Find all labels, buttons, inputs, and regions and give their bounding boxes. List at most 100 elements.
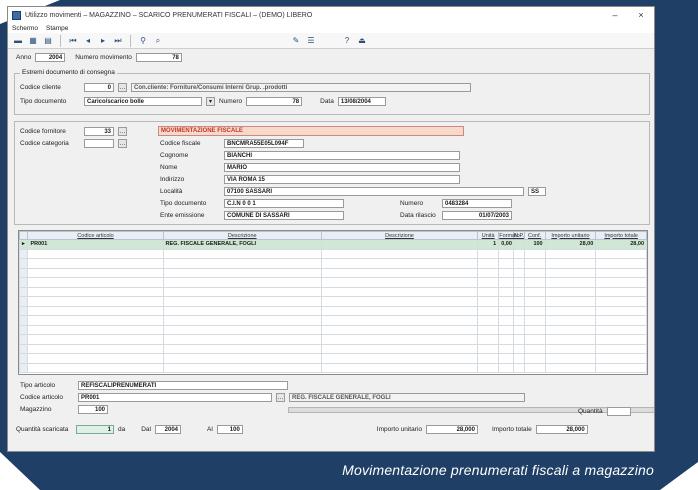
- table-cell[interactable]: [320, 277, 479, 288]
- row-indicator[interactable]: ▸: [19, 239, 29, 250]
- table-cell[interactable]: [523, 305, 546, 316]
- lookup-fornitore-button[interactable]: …: [118, 127, 127, 136]
- table-cell[interactable]: [512, 334, 525, 345]
- table-cell[interactable]: [477, 277, 500, 288]
- minimize-button[interactable]: –: [602, 8, 628, 22]
- table-cell[interactable]: [512, 353, 525, 364]
- table-cell[interactable]: [498, 343, 514, 354]
- table-cell[interactable]: [162, 334, 322, 345]
- zoom-icon[interactable]: ⌕: [152, 35, 164, 47]
- table-cell[interactable]: [162, 277, 322, 288]
- table-cell[interactable]: [523, 277, 546, 288]
- row-indicator[interactable]: [19, 343, 29, 354]
- numero-doc-field[interactable]: 78: [246, 97, 303, 106]
- codice-articolo-field[interactable]: PR001: [78, 393, 272, 402]
- table-row[interactable]: [19, 353, 647, 364]
- table-cell[interactable]: 1: [477, 239, 500, 250]
- col-header[interactable]: Codice articolo: [27, 231, 164, 240]
- table-cell[interactable]: [544, 334, 597, 345]
- table-cell[interactable]: [477, 343, 500, 354]
- row-indicator[interactable]: [19, 277, 29, 288]
- table-cell[interactable]: [498, 286, 514, 297]
- col-header[interactable]: Descrizione: [320, 231, 479, 240]
- provincia-field[interactable]: SS: [528, 187, 546, 196]
- table-cell[interactable]: [544, 353, 597, 364]
- table-cell[interactable]: [544, 324, 597, 335]
- row-indicator[interactable]: [19, 353, 29, 364]
- table-cell[interactable]: [544, 248, 597, 259]
- table-cell[interactable]: [595, 258, 647, 269]
- table-cell[interactable]: [498, 334, 514, 345]
- table-cell[interactable]: PR001: [27, 239, 164, 250]
- table-cell[interactable]: 100: [523, 239, 546, 250]
- table-cell[interactable]: [595, 305, 647, 316]
- tipo-doc-field[interactable]: C.I.N 0 0 1: [224, 199, 344, 208]
- row-indicator[interactable]: [19, 305, 29, 316]
- table-cell[interactable]: [477, 258, 500, 269]
- save-icon[interactable]: ▬: [12, 35, 24, 47]
- data-doc-field[interactable]: 13/08/2004: [337, 97, 386, 106]
- quantita-field[interactable]: [606, 407, 631, 416]
- indirizzo-field[interactable]: VIA ROMA 15: [224, 175, 460, 184]
- magazzino-field[interactable]: 100: [78, 405, 108, 414]
- table-cell[interactable]: [544, 277, 597, 288]
- table-cell[interactable]: [544, 343, 597, 354]
- table-row[interactable]: ▸ PR001 REG. FISCALE GENERALE, FOGLI 1 0,00 1…: [19, 239, 647, 250]
- table-cell[interactable]: [320, 248, 479, 259]
- table-row[interactable]: [19, 258, 647, 269]
- table-cell[interactable]: [320, 305, 479, 316]
- print-icon[interactable]: ▤: [42, 35, 54, 47]
- codice-fornitore-field[interactable]: 33: [84, 127, 114, 136]
- table-cell[interactable]: [512, 258, 525, 269]
- table-row[interactable]: [19, 305, 647, 316]
- list-icon[interactable]: ☰: [305, 35, 317, 47]
- table-cell[interactable]: [595, 286, 647, 297]
- table-row[interactable]: [19, 362, 647, 373]
- table-cell[interactable]: [544, 305, 597, 316]
- table-cell[interactable]: [498, 277, 514, 288]
- table-cell[interactable]: 0,00: [498, 239, 514, 250]
- table-cell[interactable]: [477, 296, 500, 307]
- table-cell[interactable]: [523, 267, 546, 278]
- table-cell[interactable]: [523, 286, 546, 297]
- table-cell[interactable]: [162, 343, 322, 354]
- numero-mov-field[interactable]: 78: [135, 53, 182, 62]
- tipo-articolo-field[interactable]: REFISCALIPRENUMERATI: [78, 381, 288, 390]
- row-indicator[interactable]: [19, 248, 29, 259]
- table-cell[interactable]: [477, 267, 500, 278]
- table-cell[interactable]: [523, 334, 546, 345]
- row-indicator[interactable]: [19, 315, 29, 326]
- table-cell[interactable]: [544, 286, 597, 297]
- table-cell[interactable]: [595, 324, 647, 335]
- table-cell[interactable]: [320, 362, 479, 373]
- row-indicator[interactable]: [19, 296, 29, 307]
- col-header[interactable]: Unità: [477, 231, 500, 240]
- menu-item-stampe[interactable]: Stampe: [46, 25, 68, 32]
- table-row[interactable]: [19, 315, 647, 326]
- table-cell[interactable]: [320, 324, 479, 335]
- al-field[interactable]: 100: [216, 425, 243, 434]
- table-cell[interactable]: [498, 305, 514, 316]
- last-icon[interactable]: ⏭: [112, 35, 124, 47]
- cognome-field[interactable]: BIANCHI: [224, 151, 460, 160]
- row-indicator[interactable]: [19, 267, 29, 278]
- table-cell[interactable]: [498, 267, 514, 278]
- lookup-cliente-button[interactable]: …: [118, 83, 127, 92]
- table-cell[interactable]: [320, 239, 479, 250]
- rilascio-field[interactable]: 01/07/2003: [442, 211, 512, 220]
- table-cell[interactable]: [27, 277, 164, 288]
- table-cell[interactable]: [498, 353, 514, 364]
- table-cell[interactable]: [27, 334, 164, 345]
- anno-field[interactable]: 2004: [35, 53, 66, 62]
- menu-item-schermo[interactable]: Schermo: [12, 25, 38, 32]
- table-cell[interactable]: [162, 305, 322, 316]
- table-cell[interactable]: [162, 324, 322, 335]
- table-cell[interactable]: [595, 248, 647, 259]
- row-indicator[interactable]: [19, 324, 29, 335]
- table-cell[interactable]: [595, 277, 647, 288]
- table-cell[interactable]: [512, 324, 525, 335]
- table-cell[interactable]: [512, 286, 525, 297]
- table-cell[interactable]: [595, 362, 647, 373]
- col-header[interactable]: Descrizione: [162, 231, 322, 240]
- table-row[interactable]: [19, 324, 647, 335]
